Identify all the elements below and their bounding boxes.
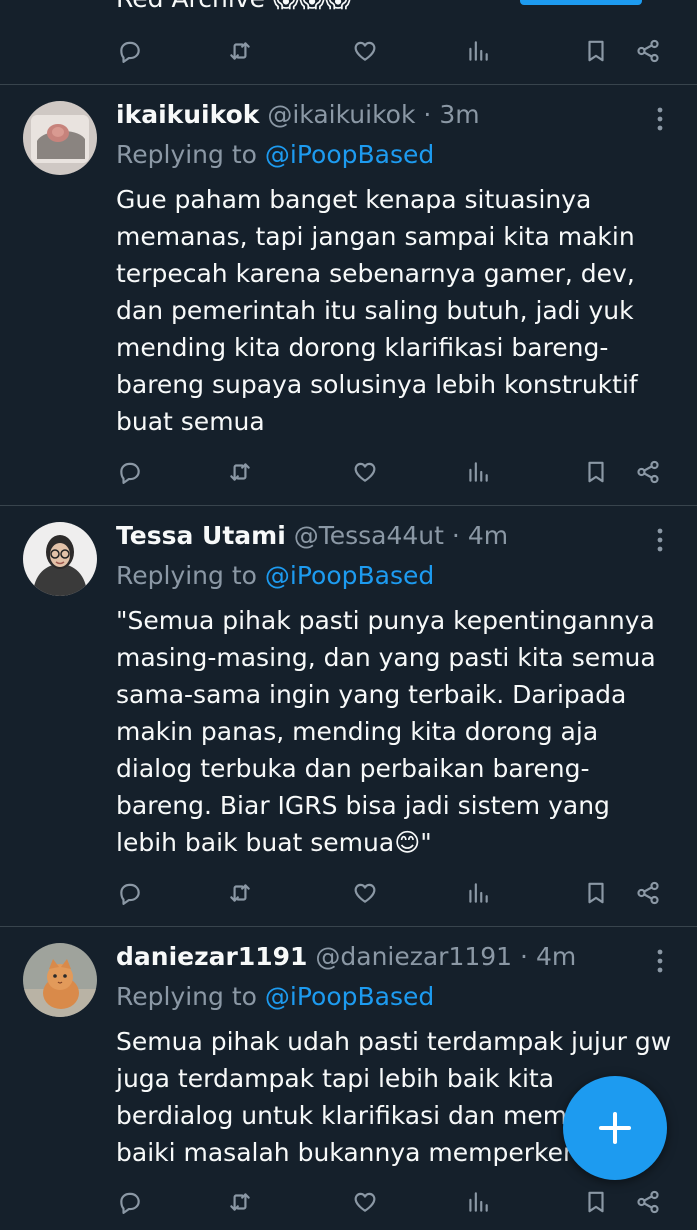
tweet-header: Tessa Utami @Tessa44ut · 4m <box>116 520 508 552</box>
tweet-header: ikaikuikok @ikaikuikok · 3m <box>116 99 480 131</box>
reply-icon[interactable] <box>108 1180 152 1224</box>
views-icon[interactable] <box>456 1180 500 1224</box>
tweet-actions <box>0 871 697 921</box>
views-icon[interactable] <box>456 871 500 915</box>
tweet-actions <box>0 1180 697 1230</box>
compose-button[interactable] <box>563 1076 667 1180</box>
replying-to-line: Replying to @iPoopBased <box>116 981 434 1013</box>
tweet-text: Gue paham banget kenapa situasinya meman… <box>116 185 638 436</box>
replying-to-label: Replying to <box>116 561 257 590</box>
bookmark-icon[interactable] <box>574 871 618 915</box>
display-name[interactable]: Tessa Utami <box>116 521 286 550</box>
share-icon[interactable] <box>626 450 670 494</box>
retweet-icon[interactable] <box>218 871 262 915</box>
user-handle[interactable]: @daniezar1191 <box>315 942 512 971</box>
divider <box>0 926 697 927</box>
display-name[interactable]: ikaikuikok <box>116 100 259 129</box>
user-handle[interactable]: @Tessa44ut <box>294 521 444 550</box>
reply-icon[interactable] <box>108 871 152 915</box>
timestamp[interactable]: 3m <box>439 100 479 129</box>
divider <box>0 505 697 506</box>
replying-to-link[interactable]: @iPoopBased <box>265 561 434 590</box>
replying-to-line: Replying to @iPoopBased <box>116 139 434 171</box>
bookmark-icon[interactable] <box>574 1180 618 1224</box>
avatar[interactable] <box>23 522 97 596</box>
share-icon[interactable] <box>626 1180 670 1224</box>
replying-to-line: Replying to @iPoopBased <box>116 560 434 592</box>
separator: · <box>423 100 432 129</box>
like-icon[interactable] <box>343 29 387 73</box>
separator: · <box>520 942 528 971</box>
display-name[interactable]: daniezar1191 <box>116 942 307 971</box>
more-icon[interactable] <box>646 103 674 135</box>
timestamp[interactable]: 4m <box>468 521 508 550</box>
retweet-icon[interactable] <box>218 29 262 73</box>
user-handle[interactable]: @ikaikuikok <box>267 100 415 129</box>
avatar[interactable] <box>23 943 97 1017</box>
like-icon[interactable] <box>343 1180 387 1224</box>
like-icon[interactable] <box>343 450 387 494</box>
separator: · <box>451 521 460 550</box>
reply-icon[interactable] <box>108 450 152 494</box>
views-icon[interactable] <box>456 29 500 73</box>
timestamp[interactable]: 4m <box>536 942 576 971</box>
reply-icon[interactable] <box>108 29 152 73</box>
top-scroll-indicator <box>520 0 642 5</box>
previous-tweet-text: Red Archive 😱😱😱 <box>116 0 351 13</box>
tweet-text: "Semua pihak pasti punya kepentingannya … <box>116 606 656 857</box>
tweet-header: daniezar1191 @daniezar1191 · 4m <box>116 941 576 973</box>
retweet-icon[interactable] <box>218 450 262 494</box>
bookmark-icon[interactable] <box>574 29 618 73</box>
more-icon[interactable] <box>646 945 674 977</box>
avatar[interactable] <box>23 101 97 175</box>
more-icon[interactable] <box>646 524 674 556</box>
tweet-actions-previous <box>0 29 697 79</box>
tweet-actions <box>0 450 697 500</box>
compose-icon <box>599 1112 631 1144</box>
replying-to-link[interactable]: @iPoopBased <box>265 140 434 169</box>
divider <box>0 84 697 85</box>
share-icon[interactable] <box>626 871 670 915</box>
replying-to-label: Replying to <box>116 982 257 1011</box>
replying-to-label: Replying to <box>116 140 257 169</box>
like-icon[interactable] <box>343 871 387 915</box>
retweet-icon[interactable] <box>218 1180 262 1224</box>
views-icon[interactable] <box>456 450 500 494</box>
bookmark-icon[interactable] <box>574 450 618 494</box>
replying-to-link[interactable]: @iPoopBased <box>265 982 434 1011</box>
share-icon[interactable] <box>626 29 670 73</box>
